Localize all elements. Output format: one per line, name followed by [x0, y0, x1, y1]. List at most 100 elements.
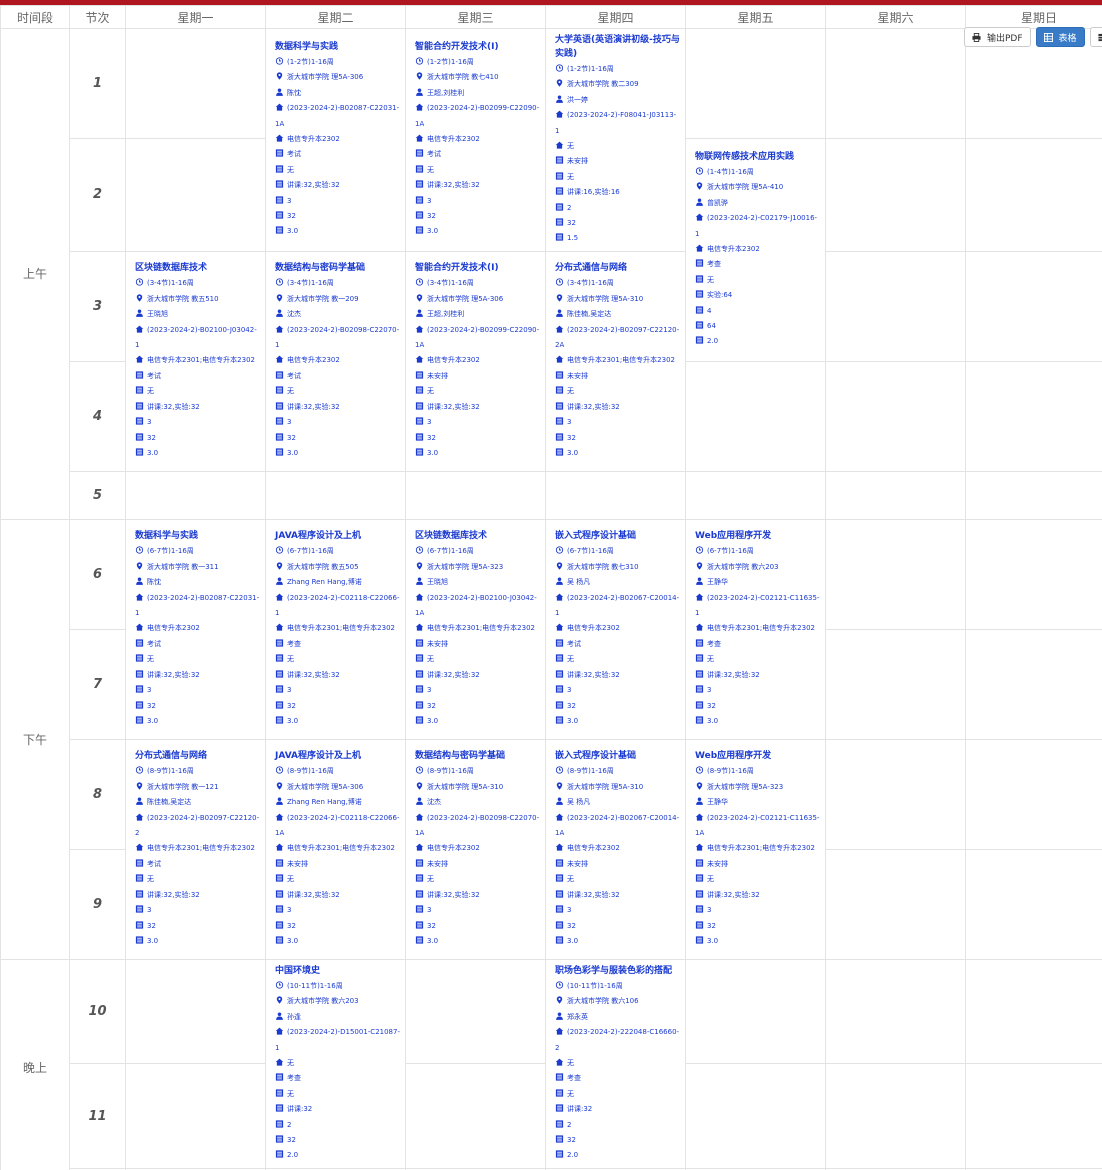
course-line-text: 王晓旭 [427, 578, 448, 587]
course-title[interactable]: 分布式通信与网络 [135, 749, 260, 763]
course-title[interactable]: 区块链数据库技术 [135, 261, 260, 275]
course-line-text: 3 [427, 196, 432, 205]
course-line-text: 32 [427, 921, 436, 930]
clock-icon [275, 981, 284, 989]
course-title[interactable]: 嵌入式程序设计基础 [555, 749, 680, 763]
course-title[interactable]: Web应用程序开发 [695, 529, 820, 543]
course-card[interactable]: JAVA程序设计及上机 (6-7节)1-16周 浙大城市学院 教五505 Zhang … [267, 525, 405, 733]
course-card[interactable]: 区块链数据库技术 (3-4节)1-16周 浙大城市学院 教五510 王晓旭 (2023-… [127, 257, 265, 465]
clock-icon [555, 64, 564, 72]
course-title[interactable]: 数据科学与实践 [135, 529, 260, 543]
course-title[interactable]: 智能合约开发技术(Ⅰ) [415, 40, 540, 54]
credit-icon [555, 233, 564, 242]
table-view-button[interactable]: 表格 [1035, 27, 1085, 47]
course-title[interactable]: 中国环境史 [275, 964, 400, 978]
note-icon [135, 386, 144, 394]
count-line: 3 [275, 683, 400, 698]
course-title[interactable]: 区块链数据库技术 [415, 529, 540, 543]
course-line-text: 无 [707, 275, 714, 284]
course-card[interactable]: 区块链数据库技术 (6-7节)1-16周 浙大城市学院 理5A-323 王晓旭 (202… [407, 525, 545, 733]
location-line: 浙大城市学院 理5A-323 [415, 560, 540, 575]
location-line: 浙大城市学院 教一121 [135, 780, 260, 795]
course-title[interactable]: 分布式通信与网络 [555, 261, 680, 275]
teacher-icon [275, 309, 284, 318]
course-line-text: 浙大城市学院 理5A-306 [427, 294, 504, 303]
course-card[interactable]: 分布式通信与网络 (8-9节)1-16周 浙大城市学院 教一121 陈佳楠,吴定达 (2… [127, 745, 265, 953]
course-card[interactable]: 数据结构与密码学基础 (3-4节)1-16周 浙大城市学院 教一209 沈杰 (2023… [267, 257, 405, 465]
note-icon [135, 654, 144, 662]
course-title[interactable]: 数据结构与密码学基础 [415, 749, 540, 763]
course-title[interactable]: 智能合约开发技术(Ⅰ) [415, 261, 540, 275]
hours-line: 讲课:32,实验:32 [275, 888, 400, 903]
course-card[interactable]: 数据结构与密码学基础 (8-9节)1-16周 浙大城市学院 理5A-310 沈杰 (20… [407, 745, 545, 953]
course-card[interactable]: 智能合约开发技术(Ⅰ) (3-4节)1-16周 浙大城市学院 理5A-306 王超,刘… [407, 257, 545, 465]
count-line-2: 32 [275, 1133, 400, 1148]
major-line: 电信专升本2301;电信专升本2302 [135, 841, 260, 856]
course-title[interactable]: 物联网传感技术应用实践 [695, 150, 820, 164]
course-card[interactable]: 大学英语(英语演讲初级-技巧与实践) (1-2节)1-16周 浙大城市学院 教二30… [547, 29, 685, 250]
count-icon [415, 432, 424, 441]
course-line-text: Zhang Ren Hang,博诺 [287, 578, 362, 587]
course-line-text: 讲课:32,实验:32 [147, 402, 200, 411]
course-line-text: 2.0 [567, 1151, 579, 1160]
note-icon [415, 654, 424, 662]
header-section: 节次 [69, 5, 126, 29]
course-line-text: 讲课:16,实验:16 [567, 188, 620, 197]
course-title[interactable]: Web应用程序开发 [695, 749, 820, 763]
course-cell-monday: 分布式通信与网络 (8-9节)1-16周 浙大城市学院 教一121 陈佳楠,吴定达 (2… [125, 738, 266, 960]
course-card[interactable]: 分布式通信与网络 (3-4节)1-16周 浙大城市学院 理5A-310 陈佳楠,吴定达… [547, 257, 685, 465]
course-card[interactable]: 数据科学与实践 (6-7节)1-16周 浙大城市学院 教一311 陈忱 (2023-20… [127, 525, 265, 733]
course-title[interactable]: JAVA程序设计及上机 [275, 749, 400, 763]
course-card[interactable]: Web应用程序开发 (8-9节)1-16周 浙大城市学院 理5A-323 王静华 (20… [687, 745, 825, 953]
assessment-line: 考查 [695, 637, 820, 652]
course-line-text: 浙大城市学院 教六106 [567, 997, 639, 1006]
course-card[interactable]: 嵌入式程序设计基础 (8-9节)1-16周 浙大城市学院 理5A-310 吴 杨凡 (2… [547, 745, 685, 953]
credit-line: 3.0 [135, 714, 260, 729]
teacher-line: 吴 杨凡 [555, 575, 680, 590]
major-icon [555, 1058, 564, 1066]
assessment-line: 考查 [555, 1071, 680, 1086]
assessment-icon [555, 639, 564, 647]
class-code-line: (2023-2024-2)-B02087-C22031-1A [275, 101, 400, 132]
course-title[interactable]: JAVA程序设计及上机 [275, 529, 400, 543]
count-line-2: 32 [135, 919, 260, 934]
class-code-line: (2023-2024-2)-D15001-C21087-1 [275, 1025, 400, 1056]
export-pdf-label: 输出PDF [987, 33, 1023, 44]
course-line-text: 3.0 [427, 448, 439, 457]
course-line-text: 郑永英 [567, 1012, 588, 1021]
assessment-line: 考试 [415, 147, 540, 162]
course-card[interactable]: 数据科学与实践 (1-2节)1-16周 浙大城市学院 理5A-306 陈忱 (2023-… [267, 36, 405, 244]
count-icon [695, 920, 704, 929]
course-card[interactable]: 智能合约开发技术(Ⅰ) (1-2节)1-16周 浙大城市学院 教七410 王超,刘桂利… [407, 36, 545, 244]
export-pdf-button[interactable]: 输出PDF [964, 27, 1031, 47]
course-card[interactable]: 物联网传感技术应用实践 (1-4节)1-16周 浙大城市学院 理5A-410 曾凯骅 (… [687, 146, 825, 354]
count-line: 3 [695, 903, 820, 918]
course-title[interactable]: 大学英语(英语演讲初级-技巧与实践) [555, 33, 680, 61]
course-card[interactable]: JAVA程序设计及上机 (8-9节)1-16周 浙大城市学院 理5A-306 Zhan… [267, 745, 405, 953]
empty-cell [965, 958, 1102, 1065]
hours-icon [555, 187, 564, 195]
course-card[interactable]: 嵌入式程序设计基础 (6-7节)1-16周 浙大城市学院 教七310 吴 杨凡 (202… [547, 525, 685, 733]
course-line-text: 孙逢 [287, 1012, 301, 1021]
course-line-text: 讲课:32,实验:32 [567, 402, 620, 411]
count-icon [275, 700, 284, 709]
course-title[interactable]: 数据科学与实践 [275, 40, 400, 54]
course-title[interactable]: 数据结构与密码学基础 [275, 261, 400, 275]
course-line-text: (3-4节)1-16周 [567, 279, 614, 288]
course-line-text: 3 [567, 686, 572, 695]
course-line-text: 无 [147, 387, 154, 396]
course-card[interactable]: 职场色彩学与服装色彩的搭配 (10-11节)1-16周 浙大城市学院 教六106 郑永… [547, 960, 685, 1167]
credit-line: 2.0 [275, 1148, 400, 1163]
list-view-button[interactable] [1089, 27, 1102, 47]
note-icon [415, 386, 424, 394]
course-line-text: 考试 [287, 150, 301, 159]
course-title[interactable]: 嵌入式程序设计基础 [555, 529, 680, 543]
hours-icon [415, 402, 424, 410]
course-title[interactable]: 职场色彩学与服装色彩的搭配 [555, 964, 680, 978]
clock-icon [135, 278, 144, 287]
assessment-icon [555, 156, 564, 165]
course-card[interactable]: Web应用程序开发 (6-7节)1-16周 浙大城市学院 教六203 王静华 (2023… [687, 525, 825, 733]
course-line-text: 32 [287, 212, 296, 221]
course-card[interactable]: 中国环境史 (10-11节)1-16周 浙大城市学院 教六203 孙逢 (2023-20… [267, 960, 405, 1167]
course-line-text: 无 [287, 1058, 294, 1067]
